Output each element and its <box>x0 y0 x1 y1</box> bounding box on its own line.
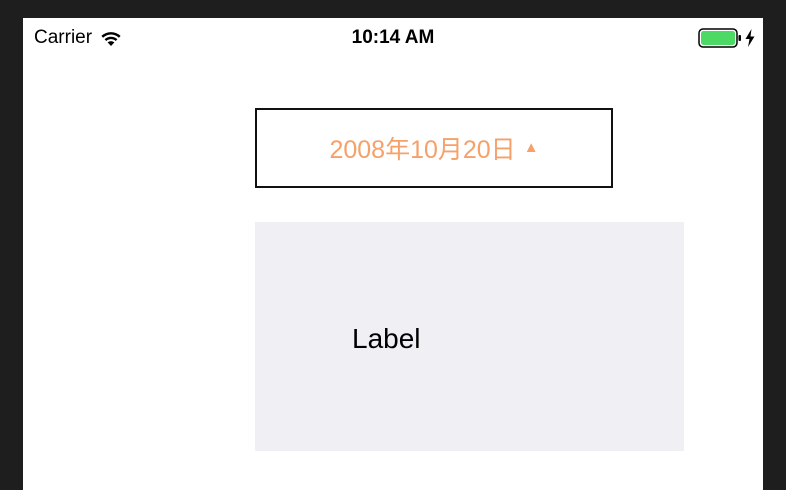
date-picker-label: 2008年10月20日 <box>329 136 516 164</box>
status-bar: Carrier 10:14 AM <box>23 18 763 58</box>
date-picker-button[interactable]: 2008年10月20日 ▲ <box>255 108 613 188</box>
arrow-up-icon: ▲ <box>523 138 539 156</box>
battery-group <box>698 28 755 48</box>
charging-bolt-icon <box>745 29 755 47</box>
device-screen: Carrier 10:14 AM 2008年10月20日 ▲ Label <box>23 18 763 490</box>
status-time: 10:14 AM <box>351 27 435 48</box>
content-panel: Label <box>255 222 684 451</box>
panel-label: Label <box>352 323 421 354</box>
battery-icon <box>698 28 742 48</box>
